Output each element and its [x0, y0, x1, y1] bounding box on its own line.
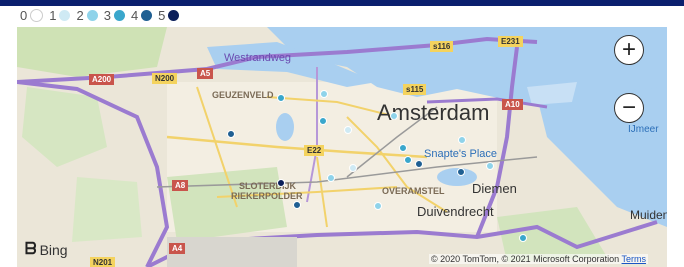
data-marker[interactable]: [457, 168, 465, 176]
data-marker[interactable]: [344, 126, 352, 134]
road-shield: E231: [498, 36, 523, 47]
map-label-ijmeer: IJmeer: [628, 124, 659, 135]
legend-item-5: 5: [158, 7, 180, 23]
legend-item-4: 4: [130, 7, 153, 23]
road-shield: A4: [169, 243, 186, 254]
road-shield: A5: [197, 68, 214, 79]
road-shield: A10: [502, 99, 523, 110]
legend-item-2: 2: [76, 7, 98, 23]
legend-item-1: 1: [49, 7, 71, 23]
map-canvas[interactable]: Westrandweg GEUZENVELD Amsterdam Snapte'…: [17, 27, 667, 267]
map-label-diemen: Diemen: [472, 181, 517, 196]
data-marker[interactable]: [415, 160, 423, 168]
road-shield: E22: [304, 145, 325, 156]
legend-label: 1: [49, 7, 57, 23]
bing-logo: ᗷ Bing: [25, 241, 68, 259]
legend-item-3: 3: [104, 8, 125, 23]
map-label-sloterdijk: SLOTERDIJK: [239, 181, 297, 191]
map-label-duivendrecht: Duivendrecht: [417, 204, 494, 219]
road-shield: N200: [152, 73, 178, 84]
map-label-muiden: Muiden: [630, 208, 667, 222]
data-marker[interactable]: [458, 136, 466, 144]
data-marker[interactable]: [277, 179, 285, 187]
legend-swatch: [113, 9, 125, 21]
map-label-geuzenveld: GEUZENVELD: [212, 90, 274, 100]
map-basemap: [17, 27, 667, 267]
attribution-text: © 2020 TomTom, © 2021 Microsoft Corporat…: [431, 254, 620, 264]
data-marker[interactable]: [327, 174, 335, 182]
data-marker[interactable]: [319, 117, 327, 125]
data-marker[interactable]: [320, 90, 328, 98]
road-shield: A200: [89, 74, 115, 85]
data-marker[interactable]: [277, 94, 285, 102]
legend: 0 1 2 3 4 5: [20, 7, 180, 23]
zoom-in-button[interactable]: +: [614, 35, 644, 65]
legend-swatch: [86, 9, 98, 21]
data-marker[interactable]: [399, 144, 407, 152]
legend-label: 4: [130, 7, 139, 23]
legend-swatch: [141, 9, 153, 21]
legend-swatch: [59, 9, 71, 21]
legend-item-0: 0: [20, 7, 44, 23]
map-label-snaptes-place: Snapte's Place: [424, 148, 498, 160]
legend-label: 3: [103, 7, 111, 23]
data-marker[interactable]: [519, 234, 527, 242]
data-marker[interactable]: [404, 156, 412, 164]
road-shield: N201: [90, 257, 116, 267]
top-accent-bar: [0, 0, 684, 6]
zoom-out-button[interactable]: −: [614, 93, 644, 123]
data-marker[interactable]: [374, 202, 382, 210]
map-label-westrandweg: Westrandweg: [224, 52, 292, 64]
road-shield: s115: [403, 84, 427, 95]
legend-label: 0: [20, 7, 28, 23]
bing-label: Bing: [39, 242, 68, 258]
data-marker[interactable]: [293, 201, 301, 209]
map-label-overamstel: OVERAMSTEL: [382, 186, 445, 196]
terms-link[interactable]: Terms: [622, 254, 647, 264]
road-shield: A8: [172, 180, 189, 191]
data-marker[interactable]: [349, 164, 357, 172]
data-marker[interactable]: [390, 112, 398, 120]
map-label-riekerpolder: RIEKERPOLDER: [231, 191, 303, 201]
legend-label: 5: [158, 7, 166, 23]
map-attribution: © 2020 TomTom, © 2021 Microsoft Corporat…: [429, 254, 649, 264]
legend-swatch: [168, 9, 180, 21]
bing-icon: ᗷ: [25, 241, 37, 258]
legend-label: 2: [76, 7, 84, 23]
data-marker[interactable]: [486, 162, 494, 170]
data-marker[interactable]: [227, 130, 235, 138]
road-shield: s116: [430, 41, 454, 52]
legend-swatch: [30, 8, 44, 22]
